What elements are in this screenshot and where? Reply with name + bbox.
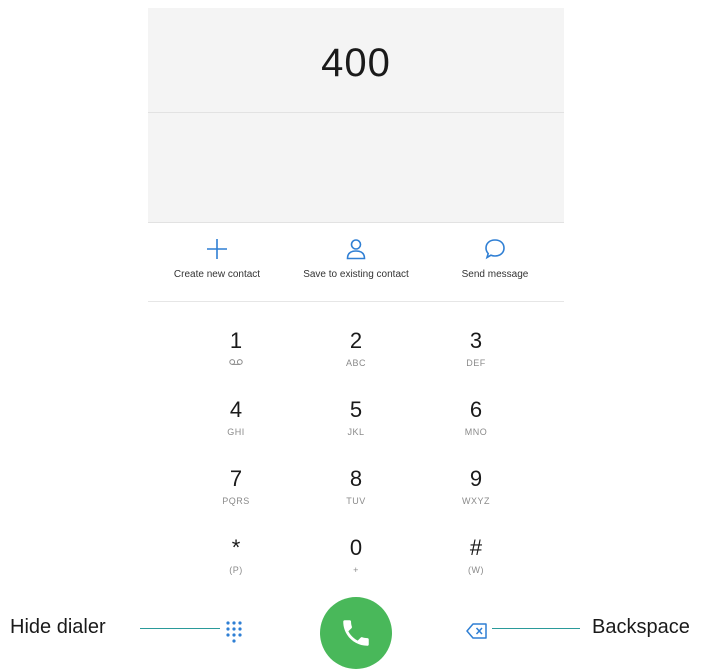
key-letters: (W) bbox=[468, 565, 484, 575]
key-digit: 6 bbox=[469, 397, 483, 422]
key-0[interactable]: 0 + bbox=[296, 535, 416, 595]
key-digit: 2 bbox=[349, 328, 363, 353]
hide-dialer-button[interactable] bbox=[222, 620, 246, 644]
message-bubble-icon bbox=[484, 233, 506, 265]
bottom-bar bbox=[148, 596, 564, 669]
key-hash[interactable]: # (W) bbox=[416, 535, 536, 595]
key-digit: * bbox=[231, 535, 241, 560]
key-digit: 0 bbox=[349, 535, 363, 560]
hide-dialer-callout-line bbox=[140, 628, 220, 629]
key-letters: TUV bbox=[346, 496, 366, 506]
call-button[interactable] bbox=[320, 597, 392, 669]
key-letters: + bbox=[353, 565, 359, 575]
plus-icon bbox=[206, 233, 228, 265]
key-letters: DEF bbox=[466, 358, 486, 368]
key-letters: GHI bbox=[227, 427, 245, 437]
key-5[interactable]: 5 JKL bbox=[296, 397, 416, 457]
key-digit: 9 bbox=[469, 466, 483, 491]
key-digit: 1 bbox=[229, 328, 243, 353]
key-letters: MNO bbox=[464, 427, 488, 437]
key-digit: 8 bbox=[349, 466, 363, 491]
number-display: 400 bbox=[148, 8, 564, 113]
send-message-button[interactable]: Send message bbox=[426, 233, 564, 293]
backspace-icon bbox=[466, 623, 487, 639]
key-8[interactable]: 8 TUV bbox=[296, 466, 416, 526]
key-letters: (P) bbox=[229, 565, 243, 575]
dial-grid-icon bbox=[226, 621, 242, 643]
keypad: 1 2 ABC 3 DEF 4 GHI 5 JKL 6 MNO 7 PQRS 8… bbox=[148, 308, 564, 598]
key-7[interactable]: 7 PQRS bbox=[176, 466, 296, 526]
key-star[interactable]: * (P) bbox=[176, 535, 296, 595]
key-4[interactable]: 4 GHI bbox=[176, 397, 296, 457]
key-6[interactable]: 6 MNO bbox=[416, 397, 536, 457]
key-letters: JKL bbox=[347, 427, 365, 437]
key-1[interactable]: 1 bbox=[176, 328, 296, 388]
person-icon bbox=[345, 233, 367, 265]
action-label: Create new contact bbox=[173, 269, 261, 280]
key-digit: 3 bbox=[469, 328, 483, 353]
key-letters: PQRS bbox=[222, 496, 250, 506]
key-digit: 4 bbox=[229, 397, 243, 422]
backspace-button[interactable] bbox=[466, 622, 488, 640]
dialed-number: 400 bbox=[321, 40, 391, 85]
phone-icon bbox=[343, 620, 369, 646]
backspace-callout-line bbox=[492, 628, 580, 629]
key-9[interactable]: 9 WXYZ bbox=[416, 466, 536, 526]
key-2[interactable]: 2 ABC bbox=[296, 328, 416, 388]
dialer-screen: 400 Create new contact Save to existing … bbox=[148, 8, 564, 669]
key-letters: WXYZ bbox=[462, 496, 490, 506]
key-digit: 5 bbox=[349, 397, 363, 422]
action-row: Create new contact Save to existing cont… bbox=[148, 223, 564, 302]
hide-dialer-callout: Hide dialer bbox=[10, 616, 106, 638]
suggestions-panel bbox=[148, 113, 564, 223]
action-label: Send message bbox=[461, 269, 529, 280]
key-letters: ABC bbox=[345, 358, 366, 368]
key-digit: 7 bbox=[229, 466, 243, 491]
voicemail-icon bbox=[229, 358, 243, 368]
save-to-existing-contact-button[interactable]: Save to existing contact bbox=[287, 233, 425, 293]
action-label: Save to existing contact bbox=[303, 269, 409, 280]
create-new-contact-button[interactable]: Create new contact bbox=[148, 233, 286, 293]
key-digit: # bbox=[469, 535, 483, 560]
key-3[interactable]: 3 DEF bbox=[416, 328, 536, 388]
backspace-callout: Backspace bbox=[592, 616, 690, 638]
